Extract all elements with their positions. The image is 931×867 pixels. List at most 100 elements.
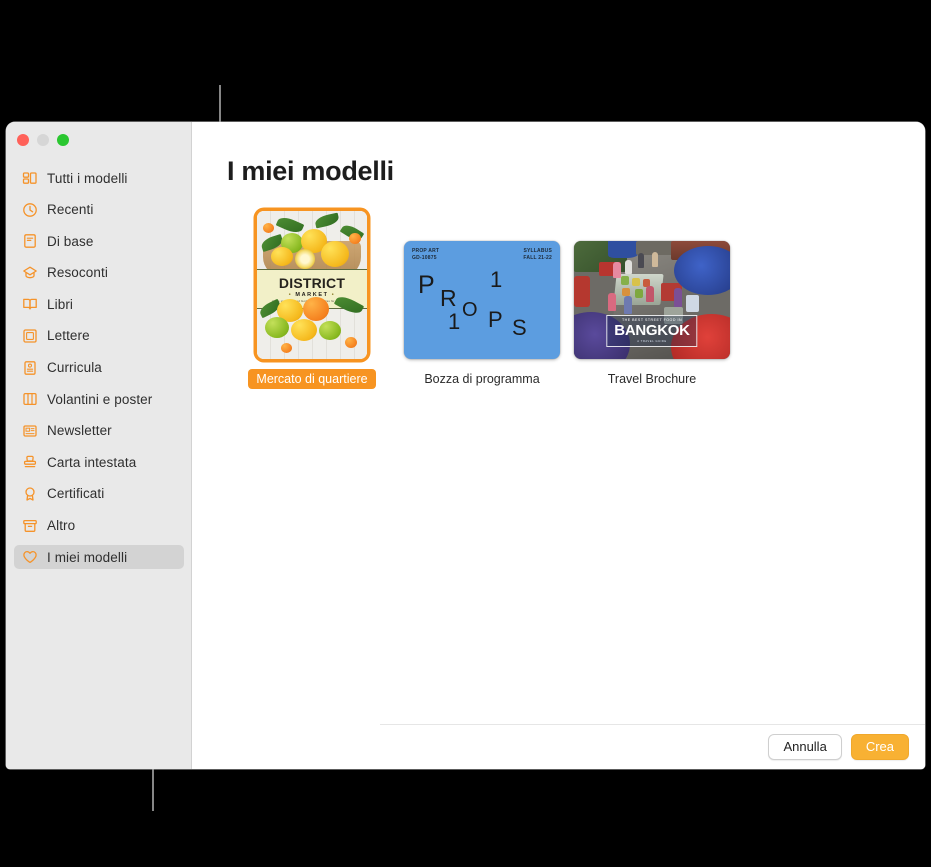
brochure-title: BANGKOK — [614, 322, 690, 339]
sidebar-item-carta-intestata[interactable]: Carta intestata — [14, 450, 184, 474]
minimize-button[interactable] — [37, 134, 49, 146]
footer-bar: Annulla Crea — [380, 724, 925, 769]
banner-shape — [574, 276, 590, 308]
syllabus-corner-left: PROP ART GD-10875 — [412, 248, 440, 261]
produce-shape — [634, 289, 643, 298]
template-thumbnail-brochure[interactable]: THE BEST STREET FOOD IN BANGKOK A TRAVEL… — [574, 241, 730, 359]
sidebar-item-label: Recenti — [47, 202, 94, 218]
person-shape — [625, 259, 632, 275]
sidebar-item-i-miei-modelli[interactable]: I miei modelli — [14, 545, 184, 570]
lime-shape — [319, 321, 341, 340]
letter-icon — [23, 329, 37, 343]
sidebar: Tutti i modelli Recenti Di base Resocont… — [6, 122, 192, 769]
sidebar-item-label: Newsletter — [47, 423, 112, 439]
kumquat-shape — [281, 343, 292, 353]
thumbnail-wrap: THE BEST STREET FOOD IN BANGKOK A TRAVEL… — [574, 241, 730, 359]
template-thumbnail-syllabus[interactable]: PROP ART GD-10875 SYLLABUS FALL 21-22 P R … — [404, 241, 560, 359]
person-shape — [623, 296, 632, 315]
mango-shape — [303, 297, 329, 321]
book-icon — [23, 299, 37, 310]
leaf-shape — [314, 212, 340, 229]
leaf-shape — [333, 293, 365, 317]
umbrella-blue-shape — [673, 245, 730, 296]
lemon-shape — [271, 247, 293, 266]
lemon-half-shape — [295, 249, 315, 269]
sidebar-item-label: Libri — [47, 296, 74, 312]
flyer-icon — [23, 393, 37, 406]
template-card-bozza-di-programma[interactable]: PROP ART GD-10875 SYLLABUS FALL 21-22 P R … — [397, 241, 567, 389]
template-card-travel-brochure[interactable]: THE BEST STREET FOOD IN BANGKOK A TRAVEL… — [567, 241, 737, 389]
content-area: I miei modelli DISTRICT • MARKET • for M… — [193, 122, 925, 769]
template-label: Bozza di programma — [424, 372, 540, 386]
sidebar-item-resoconti[interactable]: Resoconti — [14, 261, 184, 285]
sidebar-item-label: Resoconti — [47, 265, 108, 281]
sidebar-item-label: Lettere — [47, 328, 90, 344]
sidebar-item-label: Curricula — [47, 360, 102, 376]
cancel-button[interactable]: Annulla — [768, 734, 842, 760]
lime-shape — [265, 317, 289, 338]
brochure-overlay: THE BEST STREET FOOD IN BANGKOK A TRAVEL… — [606, 315, 698, 347]
sidebar-item-lettere[interactable]: Lettere — [14, 324, 184, 348]
sidebar-item-volantini-e-poster[interactable]: Volantini e poster — [14, 387, 184, 411]
thumbnail-wrap: PROP ART GD-10875 SYLLABUS FALL 21-22 P R … — [404, 241, 560, 359]
sidebar-item-label: Altro — [47, 518, 76, 534]
syllabus-letter-r: R — [440, 285, 457, 311]
resume-icon — [24, 360, 36, 375]
window-controls — [17, 134, 69, 146]
sidebar-item-label: Carta intestata — [47, 454, 137, 470]
syllabus-numeral-1a: 1 — [490, 267, 503, 292]
brochure-subtitle: A TRAVEL GUIDE — [637, 340, 667, 343]
zoom-button[interactable] — [57, 134, 69, 146]
template-thumbnail-poster[interactable]: DISTRICT • MARKET • Home style prepared … — [257, 211, 367, 359]
produce-shape — [620, 276, 629, 285]
sidebar-nav: Tutti i modelli Recenti Di base Resocont… — [6, 166, 192, 577]
template-chooser-window: Tutti i modelli Recenti Di base Resocont… — [6, 122, 925, 769]
sign-shape — [686, 295, 699, 312]
syllabus-numeral-1b: 1 — [448, 309, 461, 334]
close-button[interactable] — [17, 134, 29, 146]
poster-headline: DISTRICT — [278, 274, 346, 291]
sidebar-item-di-base[interactable]: Di base — [14, 229, 184, 253]
heart-icon — [23, 551, 37, 564]
template-label: Mercato di quartiere — [248, 369, 376, 389]
sidebar-item-newsletter[interactable]: Newsletter — [14, 419, 184, 443]
report-icon — [23, 266, 37, 279]
person-shape — [613, 262, 621, 278]
clock-icon — [23, 202, 37, 217]
person-shape — [645, 285, 654, 303]
person-shape — [637, 252, 645, 269]
template-grid: DISTRICT • MARKET • Home style prepared … — [227, 211, 737, 389]
poster-fruit-bottom — [257, 293, 367, 359]
newspaper-icon — [23, 425, 37, 437]
person-shape — [673, 288, 682, 308]
sidebar-item-label: I miei modelli — [47, 549, 128, 565]
sidebar-item-label: Di base — [47, 233, 94, 249]
kumquat-shape — [263, 223, 274, 233]
awning-shape — [608, 241, 640, 258]
person-shape — [608, 292, 617, 311]
archive-icon — [23, 519, 37, 532]
sidebar-item-label: Tutti i modelli — [47, 170, 128, 186]
sidebar-item-recenti[interactable]: Recenti — [14, 198, 184, 222]
document-icon — [24, 234, 36, 249]
sidebar-item-curricula[interactable]: Curricula — [14, 356, 184, 380]
template-card-mercato-di-quartiere[interactable]: DISTRICT • MARKET • Home style prepared … — [227, 211, 397, 389]
syllabus-corner-right: SYLLABUS FALL 21-22 — [523, 248, 552, 261]
syllabus-letter-p1: P — [418, 271, 435, 299]
poster-fruit-top — [257, 211, 367, 277]
person-shape — [652, 251, 659, 267]
sidebar-item-label: Certificati — [47, 486, 105, 502]
sidebar-item-certificati[interactable]: Certificati — [14, 482, 184, 506]
produce-shape — [631, 277, 640, 286]
template-label: Travel Brochure — [607, 372, 697, 386]
sidebar-item-libri[interactable]: Libri — [14, 292, 184, 316]
syllabus-letter-p2: P — [488, 307, 503, 332]
lemon-shape — [321, 241, 349, 267]
produce-shape — [622, 288, 631, 297]
kumquat-shape — [349, 233, 361, 244]
sidebar-item-tutti-i-modelli[interactable]: Tutti i modelli — [14, 166, 184, 190]
screenshot-stage: Tutti i modelli Recenti Di base Resocont… — [0, 0, 931, 867]
sidebar-item-label: Volantini e poster — [47, 391, 153, 407]
sidebar-item-altro[interactable]: Altro — [14, 514, 184, 538]
create-button[interactable]: Crea — [850, 734, 909, 760]
